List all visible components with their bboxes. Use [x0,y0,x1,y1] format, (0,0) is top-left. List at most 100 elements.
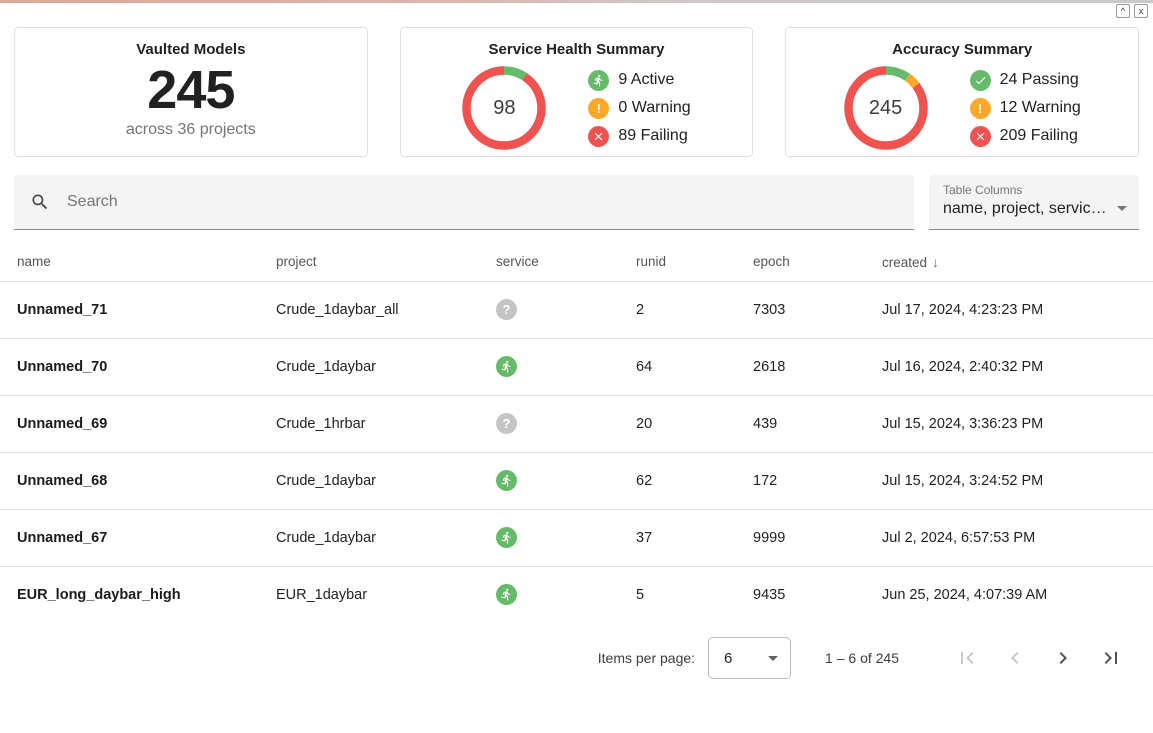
legend-label: 9 Active [618,71,674,89]
search-input[interactable] [67,193,898,211]
warning-icon: ! [588,98,609,119]
top-progress-strip [0,0,1153,3]
donut-center-value: 245 [844,66,928,150]
legend-label: 0 Warning [618,99,690,117]
cell-project: Crude_1daybar_all [276,281,496,338]
legend-label: 209 Failing [1000,127,1078,145]
items-per-page-value: 6 [724,650,732,667]
items-per-page-select[interactable]: 6 [708,637,791,679]
search-field[interactable] [14,175,914,230]
models-table: nameprojectservicerunidepochcreated↓ Unn… [0,243,1153,623]
last-page-icon [1099,646,1123,670]
service-health-legend: 9 Active! 0 Warning 89 Failing [588,70,690,147]
column-header-service[interactable]: service [496,243,636,281]
legend-item: 89 Failing [588,126,690,147]
cell-runid: 64 [636,338,753,395]
items-per-page-label: Items per page: [598,650,695,666]
cell-service [496,452,636,509]
cell-created: Jul 17, 2024, 4:23:23 PM [882,281,1153,338]
filter-row: Table Columns name, project, servic… [0,157,1153,230]
service-active-icon [496,584,517,605]
card-title: Service Health Summary [401,41,753,58]
runner-icon [588,70,609,91]
table-row[interactable]: Unnamed_70Crude_1daybar 642618Jul 16, 202… [0,338,1153,395]
column-header-runid[interactable]: runid [636,243,753,281]
cell-name: Unnamed_67 [0,509,276,566]
chevron-right-icon [1051,646,1075,670]
table-row[interactable]: Unnamed_67Crude_1daybar379999Jul 2, 2024… [0,509,1153,566]
legend-item: ! 0 Warning [588,98,690,119]
cell-runid: 2 [636,281,753,338]
cell-created: Jul 2, 2024, 6:57:53 PM [882,509,1153,566]
check-icon [970,70,991,91]
last-page-button[interactable] [1099,646,1123,670]
cell-name: Unnamed_68 [0,452,276,509]
cell-epoch: 9999 [753,509,882,566]
service-health-donut-chart: 98 [462,66,546,150]
service-active-icon [496,356,517,377]
cell-service: ? [496,281,636,338]
cell-service [496,338,636,395]
cell-epoch: 439 [753,395,882,452]
column-header-name[interactable]: name [0,243,276,281]
cell-runid: 5 [636,566,753,623]
card-title: Vaulted Models [15,41,367,58]
service-unknown-icon: ? [496,413,517,434]
chevron-down-icon [1117,206,1127,211]
summary-cards: Vaulted Models 245 across 36 projects Se… [0,0,1153,157]
table-columns-value: name, project, servic… [943,200,1111,218]
column-header-epoch[interactable]: epoch [753,243,882,281]
previous-page-button[interactable] [1003,646,1027,670]
first-page-icon [955,646,979,670]
failing-icon [588,126,609,147]
legend-label: 12 Warning [1000,99,1081,117]
window-controls: ^ x [1116,4,1148,18]
cell-service [496,566,636,623]
cell-epoch: 2618 [753,338,882,395]
collapse-button[interactable]: ^ [1116,4,1130,18]
table-body: Unnamed_71Crude_1daybar_all? 27303Jul 17,… [0,281,1153,623]
table-columns-label: Table Columns [943,183,1127,197]
column-header-project[interactable]: project [276,243,496,281]
cell-project: EUR_1daybar [276,566,496,623]
vaulted-models-count: 245 [15,62,367,119]
table-row[interactable]: Unnamed_68Crude_1daybar62172Jul 15, 2024… [0,452,1153,509]
cell-name: Unnamed_70 [0,338,276,395]
cell-runid: 37 [636,509,753,566]
donut-center-value: 98 [462,66,546,150]
table-header-row: nameprojectservicerunidepochcreated↓ [0,243,1153,281]
next-page-button[interactable] [1051,646,1075,670]
cell-project: Crude_1daybar [276,338,496,395]
vaulted-models-card: Vaulted Models 245 across 36 projects [14,27,368,157]
service-active-icon [496,470,517,491]
cell-project: Crude_1hrbar [276,395,496,452]
first-page-button[interactable] [955,646,979,670]
legend-item: 24 Passing [970,70,1081,91]
table-columns-select[interactable]: Table Columns name, project, servic… [929,175,1139,230]
service-health-card: Service Health Summary 98 9 Active! 0 War… [400,27,754,157]
legend-item: 209 Failing [970,126,1081,147]
cell-service [496,509,636,566]
chevron-down-icon [768,656,778,661]
cell-created: Jul 16, 2024, 2:40:32 PM [882,338,1153,395]
table-row[interactable]: EUR_long_daybar_highEUR_1daybar59435Jun … [0,566,1153,623]
cell-epoch: 172 [753,452,882,509]
cell-runid: 20 [636,395,753,452]
close-button[interactable]: x [1134,4,1148,18]
cell-name: Unnamed_71 [0,281,276,338]
legend-label: 24 Passing [1000,71,1079,89]
warning-icon: ! [970,98,991,119]
cell-epoch: 7303 [753,281,882,338]
service-active-icon [496,527,517,548]
page-range-label: 1 – 6 of 245 [825,650,899,666]
table-row[interactable]: Unnamed_71Crude_1daybar_all? 27303Jul 17,… [0,281,1153,338]
column-header-created[interactable]: created↓ [882,243,1153,281]
sort-desc-icon: ↓ [932,254,939,270]
table-row[interactable]: Unnamed_69Crude_1hrbar?20439Jul 15, 2024… [0,395,1153,452]
dashboard-page: ^ x Vaulted Models 245 across 36 project… [0,0,1153,733]
service-unknown-icon: ? [496,299,517,320]
legend-label: 89 Failing [618,127,687,145]
cell-project: Crude_1daybar [276,452,496,509]
legend-item: 9 Active [588,70,690,91]
cell-created: Jul 15, 2024, 3:36:23 PM [882,395,1153,452]
